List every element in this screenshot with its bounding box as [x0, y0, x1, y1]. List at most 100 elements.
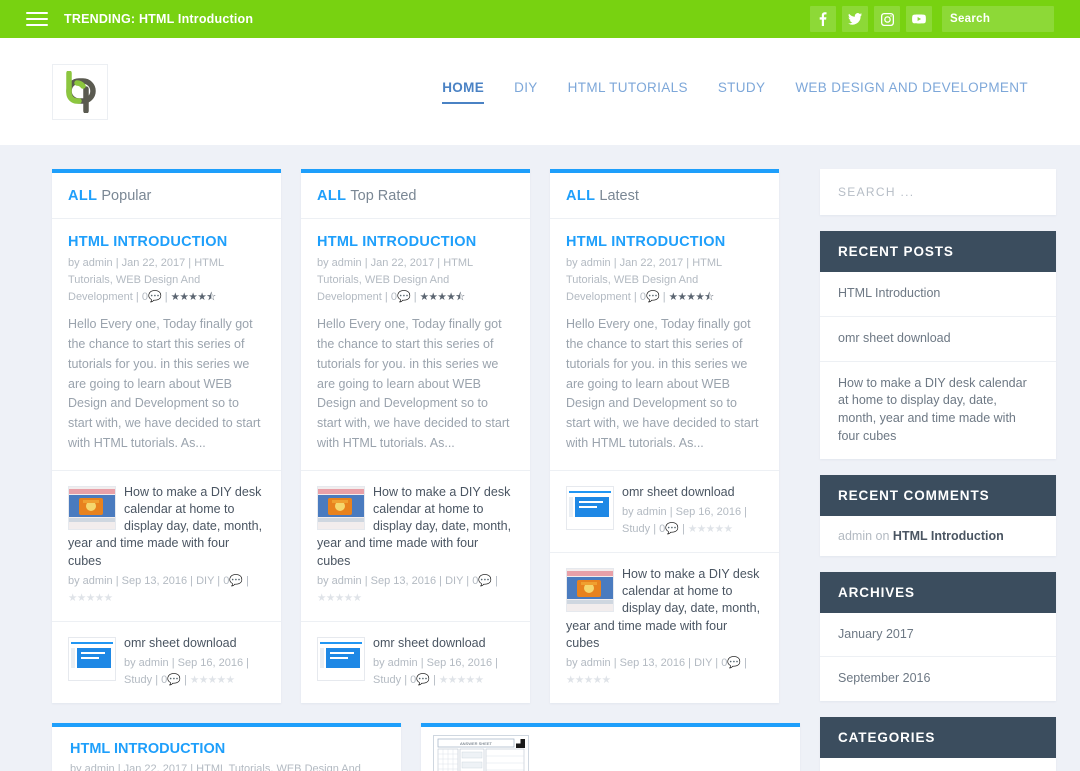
bottom-post-title[interactable]: HTML INTRODUCTION [70, 741, 383, 757]
featured-post-meta: by admin | Jan 22, 2017 | HTML Tutorials… [317, 257, 473, 304]
post-date: Jan 22, 2017 [619, 257, 684, 270]
featured-post-title[interactable]: HTML INTRODUCTION [317, 233, 514, 251]
post-categories[interactable]: DIY [445, 575, 463, 587]
youtube-icon[interactable] [906, 6, 932, 32]
sidebar-search-box[interactable] [820, 169, 1056, 215]
omr-sheet-thumb[interactable] [68, 636, 116, 681]
post-categories[interactable]: Study [124, 674, 152, 686]
list-item-meta: by admin | Sep 13, 2016 | DIY | 0💬 | ★★★… [317, 574, 498, 604]
list-item-meta: by admin | Sep 13, 2016 | DIY | 0💬 | ★★★… [68, 574, 249, 604]
column-popular: ALL Popular HTML INTRODUCTION by admin | … [52, 169, 281, 704]
post-rating-stars: ★★★★⯪ [668, 291, 715, 304]
diy-calendar-thumb[interactable] [317, 485, 365, 530]
main-navigation: HOME DIY HTML TUTORIALS STUDY WEB DESIGN… [442, 80, 1028, 104]
post-comment-count[interactable]: 0 [142, 291, 148, 303]
post-author[interactable]: by admin [566, 257, 611, 269]
post-comment-count[interactable]: 0 [391, 291, 397, 303]
site-logo[interactable] [52, 63, 108, 120]
post-author[interactable]: by admin [68, 575, 113, 587]
list-item[interactable]: HTML Introduction [820, 272, 1056, 317]
list-item[interactable]: How to make a DIY desk calendar at home … [820, 362, 1056, 459]
topbar-search-input[interactable] [950, 13, 1080, 25]
facebook-icon[interactable] [810, 6, 836, 32]
post-author[interactable]: by admin [373, 657, 418, 669]
featured-post: HTML INTRODUCTION by admin | Jan 22, 201… [52, 219, 281, 471]
featured-post: HTML INTRODUCTION by admin | Jan 22, 201… [550, 219, 779, 471]
post-categories[interactable]: Study [373, 674, 401, 686]
featured-post-meta: by admin | Jan 22, 2017 | HTML Tutorials… [68, 257, 224, 304]
featured-post-excerpt: Hello Every one, Today finally got the c… [566, 317, 759, 450]
instagram-icon[interactable] [874, 6, 900, 32]
column-header-top-rated: ALL Top Rated [301, 173, 530, 219]
nav-item-web-design-and-development[interactable]: WEB DESIGN AND DEVELOPMENT [795, 80, 1028, 102]
sidebar-search-input[interactable] [838, 185, 1038, 199]
list-item: How to make a DIY desk calendar at home … [301, 471, 530, 622]
column-header-popular: ALL Popular [52, 173, 281, 219]
omr-sheet-thumb[interactable] [317, 636, 365, 681]
list-item[interactable]: DIY [820, 758, 1056, 771]
post-date: Sep 16, 2016 [675, 505, 742, 518]
post-author[interactable]: by admin [317, 257, 362, 269]
hamburger-icon[interactable] [26, 12, 48, 26]
diy-calendar-thumb[interactable] [68, 485, 116, 530]
topbar-search-box[interactable] [942, 6, 1080, 32]
post-date: Sep 13, 2016 [370, 574, 437, 587]
list-item-meta: by admin | Sep 13, 2016 | DIY | 0💬 | ★★★… [566, 657, 747, 687]
widget-title: CATEGORIES [820, 717, 1056, 758]
featured-post-title[interactable]: HTML INTRODUCTION [566, 233, 763, 251]
column-header-all: ALL [566, 188, 596, 204]
list-item[interactable]: September 2016 [820, 657, 1056, 701]
featured-post-excerpt: Hello Every one, Today finally got the c… [317, 317, 510, 450]
comment-author: admin [838, 528, 873, 543]
post-rating-stars: ★★★★★ [687, 522, 733, 535]
diy-calendar-thumb[interactable] [566, 567, 614, 612]
trending-item-link[interactable]: HTML Introduction [139, 12, 253, 26]
widget-title: ARCHIVES [820, 571, 1056, 613]
post-comment-count[interactable]: 0 [721, 657, 727, 669]
post-comment-count[interactable]: 0 [472, 575, 478, 587]
post-author[interactable]: by admin [622, 506, 667, 518]
trending-label: TRENDING: HTML Introduction [64, 12, 253, 26]
post-rating-stars: ★★★★★ [189, 674, 235, 687]
answer-sheet-image[interactable]: ANSWER SHEET [433, 735, 529, 771]
column-header-sub: Popular [101, 188, 152, 204]
omr-sheet-thumb[interactable] [566, 485, 614, 530]
nav-item-html-tutorials[interactable]: HTML TUTORIALS [568, 80, 688, 102]
nav-item-home[interactable]: HOME [442, 80, 485, 104]
featured-post-title[interactable]: HTML INTRODUCTION [68, 233, 265, 251]
featured-post-excerpt: Hello Every one, Today finally got the c… [68, 317, 261, 450]
post-rating-stars: ★★★★⯪ [419, 291, 466, 304]
post-author[interactable]: by admin [317, 575, 362, 587]
nav-item-diy[interactable]: DIY [514, 80, 538, 102]
post-author[interactable]: by admin [68, 257, 113, 269]
topbar-right-group [804, 6, 1080, 32]
post-rating-stars: ★★★★⯪ [170, 291, 217, 304]
list-item[interactable]: January 2017 [820, 613, 1056, 658]
widget-recent-posts: RECENT POSTS HTML Introduction omr sheet… [820, 231, 1056, 459]
post-columns: ALL Popular HTML INTRODUCTION by admin | … [52, 169, 800, 771]
post-categories[interactable]: DIY [694, 657, 712, 669]
sidebar: RECENT POSTS HTML Introduction omr sheet… [820, 169, 1056, 771]
post-date: Sep 13, 2016 [619, 657, 686, 670]
post-categories[interactable]: DIY [196, 575, 214, 587]
post-author[interactable]: by admin [566, 657, 611, 669]
post-comment-count[interactable]: 0 [223, 575, 229, 587]
site-header: HOME DIY HTML TUTORIALS STUDY WEB DESIGN… [0, 38, 1080, 145]
post-comment-count[interactable]: 0 [410, 674, 416, 686]
post-comment-count[interactable]: 0 [161, 674, 167, 686]
post-comment-count[interactable]: 0 [659, 523, 665, 535]
comment-post-link[interactable]: HTML Introduction [893, 529, 1004, 543]
nav-item-study[interactable]: STUDY [718, 80, 766, 102]
post-date: Jan 22, 2017 [121, 257, 186, 270]
bottom-post-card: HTML INTRODUCTION by admin | Jan 22, 201… [52, 723, 401, 771]
post-author[interactable]: by admin [124, 657, 169, 669]
column-header-latest: ALL Latest [550, 173, 779, 219]
twitter-icon[interactable] [842, 6, 868, 32]
column-top-rated: ALL Top Rated HTML INTRODUCTION by admin … [301, 169, 530, 704]
svg-text:ANSWER SHEET: ANSWER SHEET [460, 741, 493, 746]
list-item[interactable]: omr sheet download [820, 317, 1056, 362]
post-categories[interactable]: Study [622, 523, 650, 535]
post-rating-stars: ★★★★★ [317, 591, 362, 604]
column-header-sub: Top Rated [350, 188, 417, 204]
post-comment-count[interactable]: 0 [640, 291, 646, 303]
